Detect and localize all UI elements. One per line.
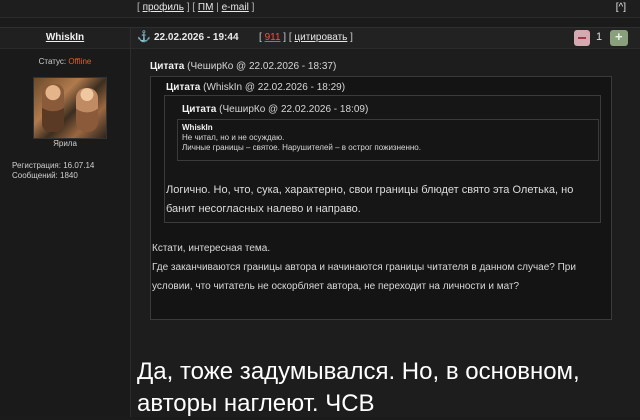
quote1-meta: (ЧеширКо @ 22.02.2026 - 18:37) <box>187 61 337 72</box>
cite-link[interactable]: цитировать <box>294 32 347 43</box>
quote3-box: WhiskIn Не читал, но и не осуждаю. Личны… <box>177 119 599 161</box>
quote2-meta: (WhiskIn @ 22.02.2026 - 18:29) <box>203 82 346 93</box>
quote3-content: WhiskIn Не читал, но и не осуждаю. Личны… <box>182 123 421 153</box>
post-number[interactable]: 911 <box>265 32 281 43</box>
quote1-title: Цитата (ЧеширКо @ 22.02.2026 - 18:37) <box>150 61 336 72</box>
status-label: Статус: <box>38 57 67 66</box>
avatar <box>33 77 107 139</box>
quote3-author: WhiskIn <box>182 123 213 132</box>
quote1-text: Кстати, интересная тема. Где заканчивают… <box>152 243 576 292</box>
post-top-bar: [ профиль ] [ ПМ | e-mail ] [^] <box>0 0 640 18</box>
author-sidebar: WhiskIn Статус: Offline Ярила Регистраци… <box>0 28 131 417</box>
quote1-label: Цитата <box>150 61 185 72</box>
up-arrow-icon[interactable]: ^ <box>619 2 624 13</box>
pm-link[interactable]: ПМ <box>198 2 214 13</box>
rating-count: 1 <box>596 31 603 43</box>
quote2-title: Цитата (WhiskIn @ 22.02.2026 - 18:29) <box>166 82 345 93</box>
quote3-meta: (ЧеширКо @ 22.02.2026 - 18:09) <box>219 104 369 115</box>
quote2-label: Цитата <box>166 82 201 93</box>
plus-icon[interactable] <box>610 29 628 46</box>
rating-widget: 1 <box>574 29 632 47</box>
registration-label: Регистрация: <box>12 161 61 170</box>
profile-links: [ профиль ] [ ПМ | e-mail ] <box>137 2 255 13</box>
registration-date: 16.07.14 <box>63 161 95 170</box>
author-status: Статус: Offline <box>0 57 130 66</box>
scroll-up-button[interactable]: [^] <box>616 2 626 13</box>
status-value: Offline <box>68 57 92 66</box>
author-name[interactable]: WhiskIn <box>0 32 130 43</box>
post-actions: [ 911 ] [ цитировать ] <box>259 32 353 43</box>
post-header: ⚓ 22.02.2026 - 19:44 [ 911 ] [ цитироват… <box>131 28 640 49</box>
post-body: Да, тоже задумывался. Но, в основном, ав… <box>137 358 580 417</box>
quote2-text: Логично. Но, что, сука, характерно, свои… <box>166 184 574 215</box>
quote3-title: Цитата (ЧеширКо @ 22.02.2026 - 18:09) <box>182 104 368 115</box>
profile-link[interactable]: профиль <box>143 2 184 13</box>
quote3-label: Цитата <box>182 104 217 115</box>
post-datetime: 22.02.2026 - 19:44 <box>154 32 239 43</box>
author-meta: Регистрация: 16.07.14 Сообщений: 1840 <box>12 161 94 181</box>
email-link[interactable]: e-mail <box>222 2 249 13</box>
anchor-icon[interactable]: ⚓ <box>137 30 151 43</box>
posts-count: 1840 <box>60 171 78 180</box>
quote3-line1: Не читал, но и не осуждаю. <box>182 133 285 142</box>
minus-icon[interactable] <box>574 30 590 46</box>
posts-label: Сообщений: <box>12 171 58 180</box>
quote3-line2: Личные границы – святое. Нарушителей – в… <box>182 143 421 152</box>
author-rank: Ярила <box>53 139 77 148</box>
